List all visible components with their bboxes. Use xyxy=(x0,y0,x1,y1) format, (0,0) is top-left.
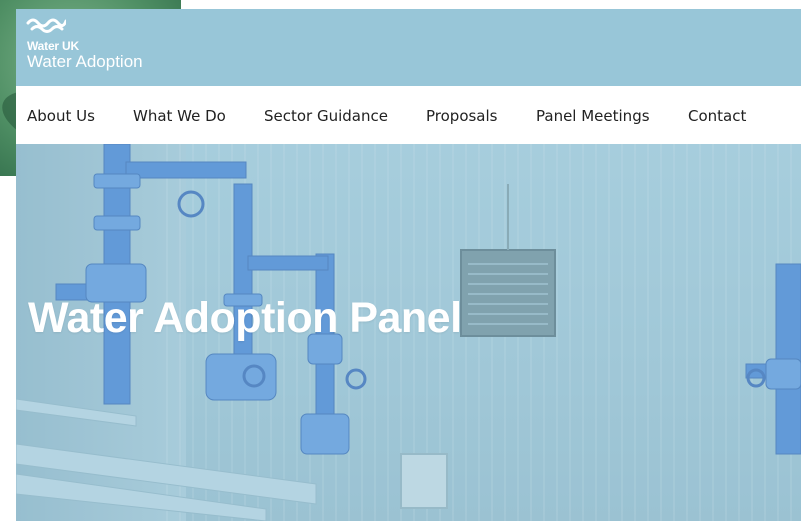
hero-title: Water Adoption Panel xyxy=(28,294,462,342)
waves-icon xyxy=(26,18,66,33)
nav-item-about-us[interactable]: About Us xyxy=(27,107,95,125)
hero-banner: Water Adoption Panel xyxy=(16,144,801,521)
site-header: Water UK Water Adoption xyxy=(16,9,801,86)
logo-subtitle: Water Adoption xyxy=(27,52,143,71)
nav-item-panel-meetings[interactable]: Panel Meetings xyxy=(536,107,650,125)
nav-item-sector-guidance[interactable]: Sector Guidance xyxy=(264,107,388,125)
site-logo[interactable]: Water UK Water Adoption xyxy=(26,17,143,71)
nav-item-what-we-do[interactable]: What We Do xyxy=(133,107,226,125)
logo-brand-text: Water UK xyxy=(27,39,79,53)
nav-item-proposals[interactable]: Proposals xyxy=(426,107,497,125)
website-window: Water UK Water Adoption About Us What We… xyxy=(16,9,801,521)
nav-item-contact[interactable]: Contact xyxy=(688,107,746,125)
main-navigation: About Us What We Do Sector Guidance Prop… xyxy=(16,86,801,144)
